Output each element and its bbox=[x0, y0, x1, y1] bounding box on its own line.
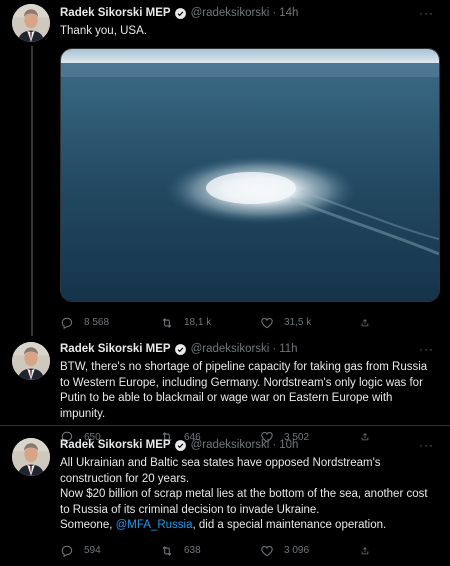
tweet-photo[interactable] bbox=[60, 47, 440, 302]
like-count: 3 096 bbox=[284, 545, 310, 556]
tweet-text: All Ukrainian and Baltic sea states have… bbox=[60, 456, 438, 534]
avatar[interactable] bbox=[12, 438, 50, 476]
more-options-button[interactable]: ··· bbox=[419, 6, 438, 20]
avatar[interactable] bbox=[12, 342, 50, 380]
like-button[interactable]: 3 096 bbox=[260, 544, 360, 558]
verified-badge-icon bbox=[174, 343, 187, 356]
sea-gas-leak-photo bbox=[61, 48, 439, 301]
separator-dot: · bbox=[272, 439, 277, 451]
tweet-header: Radek Sikorski MEP @radeksikorski · 10h … bbox=[60, 434, 438, 456]
share-button[interactable] bbox=[360, 544, 380, 558]
timestamp[interactable]: 11h bbox=[279, 343, 297, 355]
tweet-actions: 594 638 3 096 bbox=[60, 536, 438, 566]
avatar-image bbox=[12, 438, 50, 476]
author-handle[interactable]: @radeksikorski bbox=[191, 7, 270, 19]
author-handle[interactable]: @radeksikorski bbox=[191, 343, 270, 355]
tweet-text: Thank you, USA. bbox=[60, 25, 147, 37]
timestamp[interactable]: 10h bbox=[279, 439, 298, 451]
tweet-text-part: , did a special maintenance operation. bbox=[192, 519, 387, 531]
retweet-icon bbox=[160, 544, 174, 558]
reply-count: 594 bbox=[84, 545, 101, 556]
reply-icon bbox=[60, 544, 74, 558]
author-name[interactable]: Radek Sikorski MEP bbox=[60, 7, 171, 19]
thread-line bbox=[31, 46, 33, 336]
avatar-image bbox=[12, 342, 50, 380]
verified-badge-icon bbox=[174, 7, 187, 20]
tweet[interactable]: Radek Sikorski MEP @radeksikorski · 10h … bbox=[0, 425, 450, 564]
reply-button[interactable]: 594 bbox=[60, 544, 160, 558]
reply-count: 8 568 bbox=[84, 317, 110, 328]
author-handle[interactable]: @radeksikorski bbox=[191, 439, 270, 451]
author-name[interactable]: Radek Sikorski MEP bbox=[60, 439, 171, 451]
retweet-button[interactable]: 638 bbox=[160, 544, 260, 558]
more-options-button[interactable]: ··· bbox=[419, 342, 438, 356]
like-count: 31,5 k bbox=[284, 317, 312, 328]
more-options-button[interactable]: ··· bbox=[419, 438, 438, 452]
heart-icon bbox=[260, 544, 274, 558]
tweet-header: Radek Sikorski MEP @radeksikorski · 11h … bbox=[60, 338, 438, 360]
avatar[interactable] bbox=[12, 4, 50, 42]
mention-link[interactable]: @MFA_Russia bbox=[116, 519, 193, 531]
author-name[interactable]: Radek Sikorski MEP bbox=[60, 343, 171, 355]
retweet-count: 18,1 k bbox=[184, 317, 212, 328]
avatar-image bbox=[12, 4, 50, 42]
retweet-count: 638 bbox=[184, 545, 201, 556]
verified-badge-icon bbox=[174, 439, 187, 452]
tweet-text: BTW, there's no shortage of pipeline cap… bbox=[60, 361, 431, 420]
tweet[interactable]: Radek Sikorski MEP @radeksikorski · 11h … bbox=[0, 328, 450, 425]
share-icon bbox=[360, 544, 370, 558]
tweet[interactable]: Radek Sikorski MEP @radeksikorski · 14h … bbox=[0, 0, 450, 336]
tweet-header: Radek Sikorski MEP @radeksikorski · 14h … bbox=[60, 2, 438, 24]
separator-dot: · bbox=[272, 7, 277, 19]
separator-dot: · bbox=[272, 343, 277, 355]
timestamp[interactable]: 14h bbox=[279, 7, 298, 19]
